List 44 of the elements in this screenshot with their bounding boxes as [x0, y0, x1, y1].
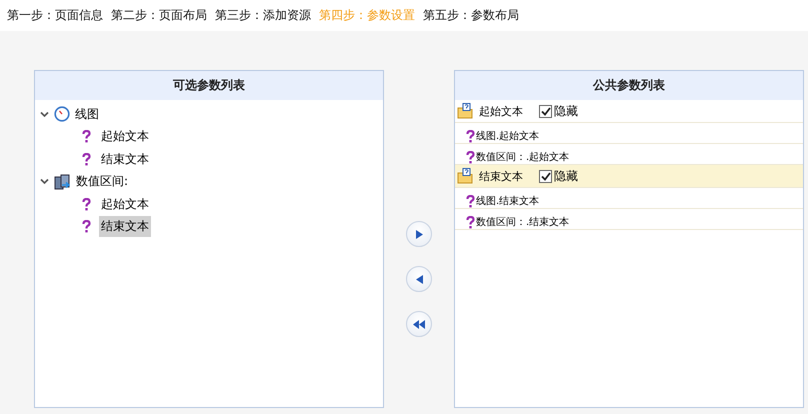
chevron-down-icon[interactable] — [40, 110, 49, 118]
tree-item[interactable]: 结束文本 — [99, 148, 151, 170]
param-group-row[interactable]: 结束文本 隐藏 — [455, 165, 803, 188]
param-path: 数值区间：.结束文本 — [476, 216, 570, 229]
param-path: 数值区间：.起始文本 — [476, 150, 570, 164]
tree-group-label[interactable]: 线图 — [75, 106, 99, 123]
step-tab[interactable]: 第五步：参数布局 — [423, 7, 519, 24]
chevron-down-icon[interactable] — [40, 178, 49, 186]
move-left-button[interactable] — [406, 266, 432, 292]
question-icon — [466, 130, 475, 143]
tree-item[interactable]: 结束文本 — [99, 216, 151, 238]
step-tab[interactable]: 第一步：页面信息 — [7, 7, 103, 24]
question-icon — [82, 152, 91, 166]
question-icon — [82, 130, 91, 144]
tree-group-label[interactable]: 数值区间: — [76, 173, 128, 190]
question-icon — [82, 220, 91, 234]
param-group-row[interactable]: 起始文本 隐藏 — [455, 100, 803, 123]
hide-label: 隐藏 — [554, 102, 578, 120]
move-all-left-button[interactable] — [406, 311, 432, 337]
question-icon — [82, 198, 91, 211]
param-name: 结束文本 — [479, 168, 524, 184]
step-tab[interactable]: 第三步：添加资源 — [215, 7, 311, 24]
question-icon — [466, 195, 475, 208]
double-left-icon — [413, 320, 425, 328]
panel-title: 公共参数列表 — [455, 71, 803, 100]
hide-checkbox[interactable] — [539, 170, 552, 182]
right-triangle-icon — [416, 230, 422, 238]
question-icon — [466, 151, 475, 164]
param-path: 线图.起始文本 — [476, 130, 540, 143]
folder-icon — [457, 168, 473, 184]
hide-label: 隐藏 — [554, 168, 578, 184]
panel-title: 可选参数列表 — [35, 71, 383, 100]
tree-item[interactable]: 起始文本 — [99, 126, 151, 148]
param-path: 线图.结束文本 — [476, 194, 540, 208]
film-icon — [54, 174, 71, 190]
move-right-button[interactable] — [406, 221, 432, 247]
param-name: 起始文本 — [479, 104, 524, 118]
question-icon — [466, 216, 475, 229]
tree-item[interactable]: 起始文本 — [99, 194, 151, 215]
left-triangle-icon — [416, 274, 422, 284]
folder-icon — [457, 103, 473, 119]
step-tab[interactable]: 第二步：页面布局 — [111, 7, 207, 24]
clock-icon — [54, 106, 70, 122]
hide-checkbox[interactable] — [539, 104, 552, 118]
